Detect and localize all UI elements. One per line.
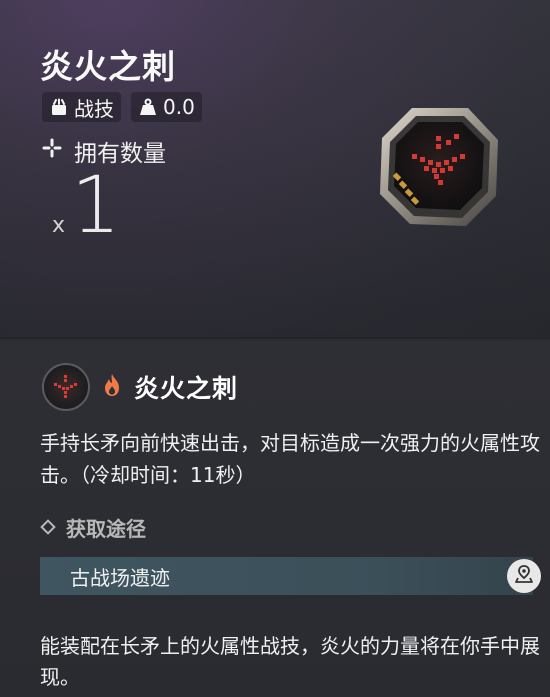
map-pin-icon — [513, 563, 535, 589]
weight-chip: 0.0 — [131, 92, 202, 122]
weight-value: 0.0 — [163, 95, 195, 119]
type-chip: 战技 — [42, 92, 121, 122]
skill-name: 炎火之刺 — [134, 374, 239, 403]
skill-emblem-icon — [42, 363, 90, 411]
item-meta-row: 战技 0.0 — [42, 92, 202, 122]
source-heading: 获取途径 — [66, 517, 146, 541]
diamond-icon — [40, 516, 56, 540]
skill-header: 炎火之刺 — [42, 363, 238, 411]
source-location-row[interactable]: 古战场遗迹 — [40, 557, 541, 595]
item-title: 炎火之刺 — [40, 47, 176, 86]
skill-detail-panel: 炎火之刺 手持长矛向前快速出击，对目标造成一次强力的火属性攻击。（冷却时间：11… — [0, 341, 550, 697]
item-header-panel: 炎火之刺 战技 0.0 拥有数量 x 1 — [0, 0, 550, 339]
source-location: 古战场遗迹 — [70, 565, 170, 590]
flavor-text: 能装配在长矛上的火属性战技，炎火的力量将在你手中展现。 — [40, 634, 540, 689]
skill-description: 手持长矛向前快速出击，对目标造成一次强力的火属性攻击。（冷却时间：11秒） — [40, 431, 540, 487]
item-badge-image — [372, 100, 504, 232]
type-label: 战技 — [74, 96, 114, 121]
count-prefix: x — [52, 213, 66, 238]
source-heading-row: 获取途径 — [40, 513, 146, 542]
fire-icon — [102, 373, 122, 401]
bag-icon — [49, 97, 69, 117]
weight-icon — [138, 97, 158, 117]
map-pin-button[interactable] — [507, 559, 541, 593]
owned-count: x 1 — [52, 166, 121, 246]
crosshair-icon — [42, 138, 62, 164]
count-value: 1 — [71, 161, 121, 251]
